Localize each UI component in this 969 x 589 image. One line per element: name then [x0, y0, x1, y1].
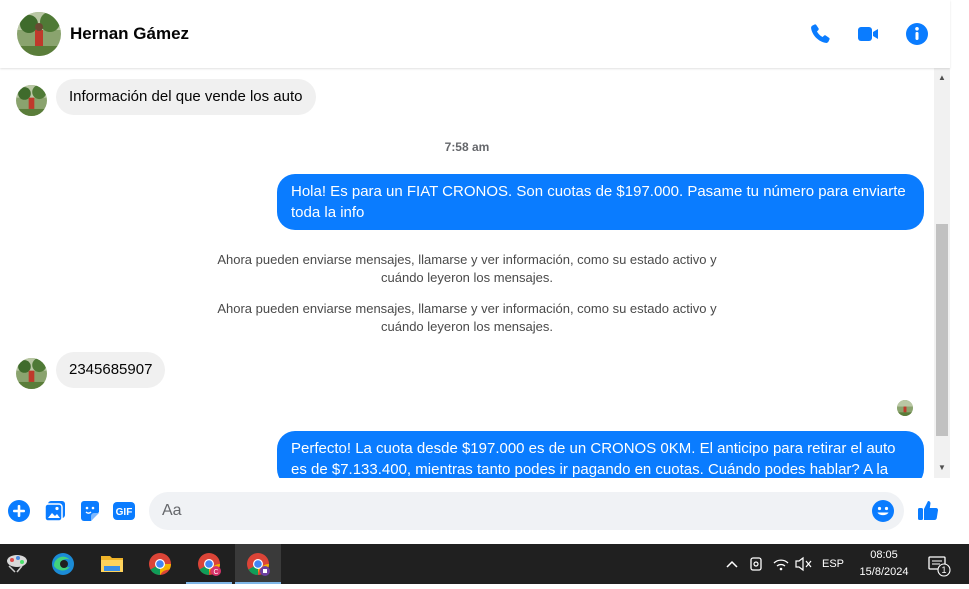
scroll-up-arrow-icon[interactable]: ▲ [934, 70, 950, 86]
attach-image-icon[interactable] [43, 499, 67, 523]
contact-avatar-small[interactable] [16, 85, 47, 116]
messenger-window: Hernan Gámez Información del que vende l… [0, 0, 969, 544]
video-call-icon[interactable] [856, 22, 880, 46]
sticker-icon[interactable] [78, 499, 102, 523]
wifi-icon[interactable] [771, 544, 791, 584]
gif-icon[interactable]: GIF [112, 499, 136, 523]
phone-call-icon[interactable] [808, 22, 832, 46]
seen-indicator-avatar [897, 400, 913, 416]
system-notice: Ahora pueden enviarse mensajes, llamarse… [217, 301, 717, 334]
gif-label: GIF [116, 507, 133, 518]
outgoing-message[interactable]: Hola! Es para un FIAT CRONOS. Son cuotas… [277, 174, 924, 230]
notification-center-icon[interactable]: 1 [925, 544, 955, 584]
window-edge [950, 0, 969, 544]
message-composer: GIF [0, 478, 950, 544]
message-input-wrapper [149, 492, 904, 530]
contact-avatar-small[interactable] [16, 358, 47, 389]
meet-now-icon[interactable] [747, 544, 767, 584]
svg-text:C: C [213, 569, 218, 576]
message-timestamp: 7:58 am [444, 140, 490, 154]
message-scrollbar[interactable]: ▲ ▼ [934, 68, 950, 478]
contact-avatar[interactable] [17, 12, 61, 56]
message-list[interactable]: Información del que vende los auto 7:58 … [0, 68, 934, 478]
message-input[interactable] [162, 492, 862, 530]
edge-browser-icon[interactable] [40, 544, 86, 584]
contact-name[interactable]: Hernan Gámez [70, 24, 189, 44]
thumbs-up-icon[interactable] [916, 498, 940, 522]
windows-taskbar: C ESP 08:05 15/8/2024 1 [0, 544, 969, 584]
scroll-thumb[interactable] [936, 224, 948, 436]
clock-date: 15/8/2024 [859, 566, 909, 578]
system-clock[interactable]: 08:05 15/8/2024 [852, 547, 916, 581]
show-hidden-icons-chevron-icon[interactable] [722, 544, 742, 584]
conversation-header: Hernan Gámez [0, 0, 950, 68]
outgoing-message[interactable]: Perfecto! La cuota desde $197.000 es de … [277, 431, 924, 478]
incoming-message[interactable]: Información del que vende los auto [56, 79, 316, 115]
emoji-icon[interactable] [871, 499, 895, 523]
info-icon[interactable] [905, 22, 929, 46]
input-language-indicator[interactable]: ESP [819, 544, 847, 584]
scroll-down-arrow-icon[interactable]: ▼ [934, 460, 950, 476]
chrome-browser-icon[interactable] [137, 544, 183, 584]
add-more-icon[interactable] [7, 499, 31, 523]
chrome-profile-active-icon[interactable] [235, 544, 281, 584]
notification-count-badge: 1 [941, 565, 947, 575]
volume-muted-icon[interactable] [794, 544, 814, 584]
system-notice: Ahora pueden enviarse mensajes, llamarse… [217, 252, 717, 285]
incoming-message[interactable]: 2345685907 [56, 352, 166, 388]
clock-time: 08:05 [870, 549, 898, 561]
chrome-profile-c-icon[interactable]: C [186, 544, 232, 584]
file-explorer-icon[interactable] [89, 544, 135, 584]
